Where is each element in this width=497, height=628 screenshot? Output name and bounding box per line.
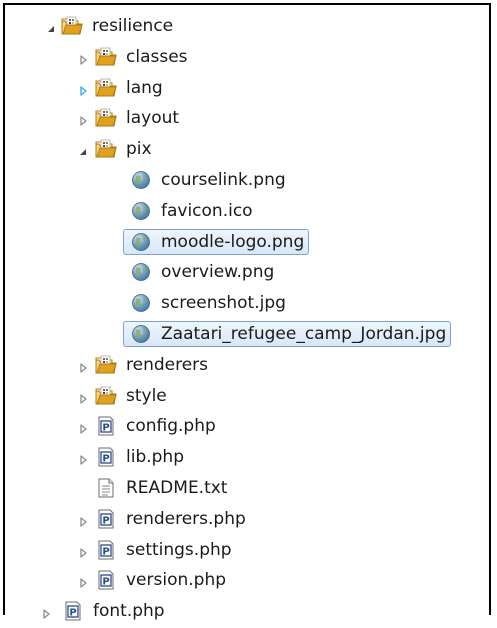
tree-item-overview-png[interactable]: overview.png xyxy=(0,258,497,286)
tree-item-renderers[interactable]: renderers xyxy=(0,351,497,379)
collapsed-arrow-icon[interactable] xyxy=(77,544,89,558)
collapsed-arrow-icon[interactable] xyxy=(77,390,89,404)
collapsed-arrow-icon[interactable] xyxy=(77,513,89,527)
tree-item-renderers-php[interactable]: P renderers.php xyxy=(0,505,497,533)
globe-file-icon xyxy=(130,293,152,313)
tree-item-classes[interactable]: classes xyxy=(0,43,497,71)
tree-item-screenshot-jpg[interactable]: screenshot.jpg xyxy=(0,289,497,317)
folder-icon xyxy=(95,355,117,375)
tree-item-zaatari-refugee-camp-jordan-jpg[interactable]: Zaatari_refugee_camp_Jordan.jpg xyxy=(0,320,497,348)
globe-file-icon xyxy=(130,232,152,252)
tree-item-version-php[interactable]: P version.php xyxy=(0,566,497,594)
svg-text:P: P xyxy=(102,516,109,527)
tree-item-label: resilience xyxy=(92,16,174,36)
tree-item-font-php[interactable]: P font.php xyxy=(0,597,497,625)
tree-item-label: classes xyxy=(126,47,188,67)
globe-file-icon xyxy=(130,201,152,221)
collapsed-arrow-icon[interactable] xyxy=(77,420,89,434)
text-file-icon xyxy=(95,478,117,498)
globe-file-icon xyxy=(130,170,152,190)
tree-item-moodle-logo-png[interactable]: moodle-logo.png xyxy=(0,228,497,256)
php-file-icon: P xyxy=(95,509,117,529)
globe-file-icon xyxy=(130,262,152,282)
folder-icon xyxy=(61,16,83,36)
tree-item-lib-php[interactable]: P lib.php xyxy=(0,443,497,471)
tree-item-label: layout xyxy=(126,108,180,128)
tree-item-favicon-ico[interactable]: favicon.ico xyxy=(0,197,497,225)
tree-item-label: favicon.ico xyxy=(161,201,253,221)
svg-text:P: P xyxy=(102,454,109,465)
folder-icon xyxy=(95,139,117,159)
tree-item-label: README.txt xyxy=(126,478,228,498)
collapsed-arrow-icon[interactable] xyxy=(40,605,52,619)
tree-item-config-php[interactable]: P config.php xyxy=(0,412,497,440)
tree-item-courselink-png[interactable]: courselink.png xyxy=(0,166,497,194)
php-file-icon: P xyxy=(95,540,117,560)
tree-item-readme-txt[interactable]: README.txt xyxy=(0,474,497,502)
folder-icon xyxy=(95,386,117,406)
collapsed-arrow-icon[interactable] xyxy=(77,359,89,373)
svg-text:P: P xyxy=(102,547,109,558)
svg-text:P: P xyxy=(102,423,109,434)
svg-text:P: P xyxy=(102,577,109,588)
tree-item-label: renderers.php xyxy=(126,509,246,529)
tree-item-resilience[interactable]: resilience xyxy=(0,12,497,40)
collapsed-arrow-icon[interactable] xyxy=(77,451,89,465)
php-file-icon: P xyxy=(62,601,84,621)
php-file-icon: P xyxy=(95,416,117,436)
php-file-icon: P xyxy=(95,570,117,590)
tree-item-label: Zaatari_refugee_camp_Jordan.jpg xyxy=(161,324,447,344)
tree-item-label: overview.png xyxy=(161,262,275,282)
tree-item-label: renderers xyxy=(126,355,209,375)
folder-icon xyxy=(95,108,117,128)
collapsed-arrow-icon[interactable] xyxy=(77,51,89,65)
globe-file-icon xyxy=(130,324,152,344)
tree-item-label: pix xyxy=(126,139,152,159)
tree-item-label: font.php xyxy=(93,601,165,621)
tree-item-settings-php[interactable]: P settings.php xyxy=(0,536,497,564)
tree-item-style[interactable]: style xyxy=(0,382,497,410)
tree-item-label: config.php xyxy=(126,416,216,436)
tree-item-layout[interactable]: layout xyxy=(0,104,497,132)
collapsed-arrow-icon[interactable] xyxy=(77,82,89,96)
tree-item-lang[interactable]: lang xyxy=(0,74,497,102)
expanded-arrow-icon[interactable] xyxy=(45,20,57,32)
folder-icon xyxy=(95,78,117,98)
svg-text:P: P xyxy=(69,608,76,619)
collapsed-arrow-icon[interactable] xyxy=(77,574,89,588)
expanded-arrow-icon[interactable] xyxy=(77,143,89,155)
tree-item-pix[interactable]: pix xyxy=(0,135,497,163)
collapsed-arrow-icon[interactable] xyxy=(77,112,89,126)
php-file-icon: P xyxy=(95,447,117,467)
tree-item-label: moodle-logo.png xyxy=(161,232,305,252)
tree-item-label: settings.php xyxy=(126,540,232,560)
tree-item-label: screenshot.jpg xyxy=(161,293,286,313)
tree-item-label: style xyxy=(126,386,167,406)
tree-item-label: lib.php xyxy=(126,447,184,467)
tree-item-label: lang xyxy=(126,78,163,98)
tree-item-label: courselink.png xyxy=(161,170,286,190)
folder-icon xyxy=(95,47,117,67)
tree-item-label: version.php xyxy=(126,570,227,590)
